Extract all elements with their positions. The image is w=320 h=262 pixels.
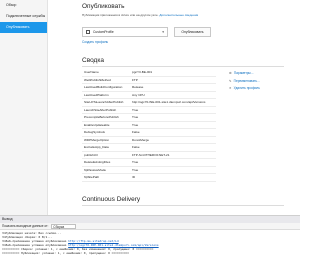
row-value: True (132, 167, 139, 172)
output-window: Вывод Показать выходные данные от: Сборк… (0, 215, 300, 262)
row-key: LaunchSiteAfterPublish (84, 107, 117, 112)
row-value: True (132, 107, 139, 112)
sidebar: Обзор Подключенные службы Опубликовать (0, 0, 48, 215)
row-key: DeleteExistingFiles (84, 160, 111, 164)
row-key: UserName (84, 70, 99, 74)
row-value: False (132, 145, 140, 149)
row-key: LastUsedPlatform (84, 92, 109, 97)
table-row: LastUsedBuildConfiguration Release (82, 84, 216, 92)
table-row: WebPublishMethod FTP (82, 77, 216, 84)
page-title: Опубликовать (82, 3, 125, 10)
row-key: ftpPassiveMode (84, 167, 107, 172)
profile-select[interactable]: CustomProfile ▾ (82, 27, 168, 37)
table-row: publishUrl FTP-SJ-DTHEROF.NET-21 (82, 152, 216, 159)
settings-link[interactable]: ⚙ Параметры... (229, 70, 260, 78)
profile-icon (86, 29, 90, 34)
row-key: ExcludeApp_Data (84, 145, 109, 149)
output-source-select[interactable]: Сборка (51, 223, 77, 229)
row-value: http://ogc70-INE-001-site1.dtempurl.com/… (132, 100, 206, 104)
table-row: SiteUrlToLaunchAfterPublish http://ogc70-… (82, 99, 216, 107)
delete-profile-link-label: Удалить профиль (233, 86, 260, 90)
table-row: DeleteExistingFiles True (82, 159, 216, 167)
row-value: FTP-SJ-DTHEROF.NET-21 (132, 152, 170, 157)
table-row: PrecompileBeforePublish True (82, 114, 216, 122)
row-value: Any CPU (132, 92, 145, 97)
publish-description: Публикация приложения в Azure или на дру… (82, 13, 198, 17)
table-row: DebugSymbols False (82, 129, 216, 137)
publish-page: Обзор Подключенные службы Опубликовать О… (0, 0, 300, 262)
row-value: pgcYII-BE-001 (132, 70, 153, 74)
sidebar-item-overview[interactable]: Обзор (0, 0, 47, 11)
table-row: EnableUpdateable True (82, 122, 216, 129)
publish-panel: Опубликовать Публикация приложения в Azu… (48, 0, 300, 215)
row-value: \D (132, 175, 136, 179)
row-key: WDPMergeOption (84, 137, 110, 142)
row-value: True (132, 122, 139, 127)
log-line: ========== Публикация: успешно: 1, с оши… (2, 251, 298, 255)
row-value: True (132, 160, 139, 164)
row-key: WebPublishMethod (84, 77, 111, 82)
row-value: True (132, 115, 139, 119)
row-value: DonotMerge (132, 137, 150, 142)
pencil-icon: ✎ (229, 78, 232, 83)
table-row: WDPMergeOption DonotMerge (82, 137, 216, 144)
table-row: LastUsedPlatform Any CPU (82, 92, 216, 99)
delete-icon: ✕ (229, 86, 232, 90)
gear-icon: ⚙ (229, 71, 232, 75)
log-text: ========== Публикация: успешно: 1, с оши… (2, 251, 130, 255)
row-key: SiteUrlToLaunchAfterPublish (84, 100, 124, 104)
settings-link-label: Параметры... (233, 71, 254, 75)
row-key: LastUsedBuildConfiguration (84, 85, 123, 89)
table-row: UserName pgcYII-BE-001 (82, 69, 216, 77)
table-row: LaunchSiteAfterPublish True (82, 107, 216, 114)
rename-link[interactable]: ✎ Переименовать... (229, 78, 260, 86)
profile-select-value: CustomProfile (93, 30, 114, 34)
output-title: Вывод (0, 216, 300, 223)
table-row: ftpPassiveMode True (82, 167, 216, 174)
section-divider (82, 205, 284, 206)
output-toolbar: Показать выходные данные от: Сборка (0, 223, 300, 230)
profile-actions: ⚙ Параметры... ✎ Переименовать... ✕ Удалить… (229, 70, 260, 93)
publish-button[interactable]: Опубликовать (174, 27, 211, 37)
row-value: FTP (132, 77, 138, 82)
row-key: ftpSitePath (84, 175, 100, 179)
row-key: PrecompileBeforePublish (84, 115, 119, 119)
row-key: EnableUpdateable (84, 122, 110, 127)
table-row: ExcludeApp_Data False (82, 144, 216, 152)
row-key: publishUrl (84, 152, 98, 157)
publish-description-text: Публикация приложения в Azure или на дру… (82, 13, 159, 17)
delete-profile-link[interactable]: ✕ Удалить профиль (229, 85, 260, 93)
sidebar-item-publish[interactable]: Опубликовать (0, 22, 47, 33)
summary-title: Сводка (82, 57, 104, 64)
rename-link-label: Переименовать... (233, 78, 260, 83)
row-value: Release (132, 85, 144, 89)
create-profile-link[interactable]: Создать профиль (82, 40, 108, 44)
table-row: ftpSitePath \D (82, 174, 216, 182)
learn-more-link[interactable]: Дополнительные сведения (159, 13, 198, 17)
continuous-delivery-title: Continuous Delivery (82, 196, 141, 203)
output-log: 3>Публикация начата: Без ссылки... 3>Пуб… (0, 230, 300, 256)
chevron-down-icon: ▾ (162, 30, 164, 34)
section-divider (82, 66, 284, 67)
row-value: False (132, 130, 140, 134)
row-key: DebugSymbols (84, 130, 105, 134)
sidebar-item-connected-services[interactable]: Подключенные службы (0, 11, 47, 22)
summary-table: UserName pgcYII-BE-001 WebPublishMethod FT… (82, 69, 216, 182)
output-source-label: Показать выходные данные от: (2, 224, 49, 228)
